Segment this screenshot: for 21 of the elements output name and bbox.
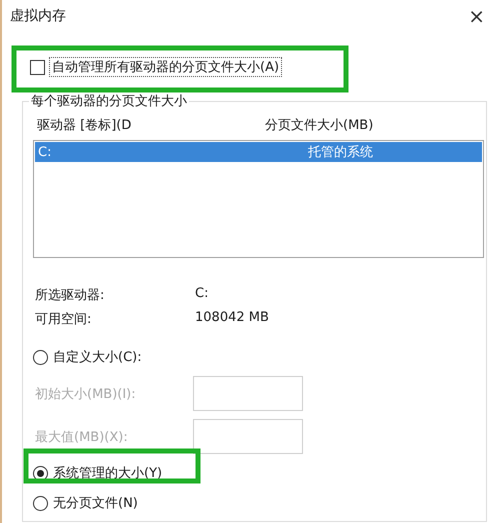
info-value: 108042 MB (195, 310, 270, 327)
checkbox[interactable] (30, 60, 45, 74)
radio-label[interactable]: 无分页文件(N) (53, 494, 138, 512)
close-button[interactable]: × (466, 4, 487, 28)
info-label: 可用空间: (35, 311, 92, 328)
radio-button[interactable] (33, 496, 48, 510)
column-header: 分页文件大小(MB) (265, 117, 374, 134)
radio-button[interactable] (33, 466, 48, 480)
column-header: 驱动器 [卷标](D (37, 117, 132, 134)
group-legend: 每个驱动器的分页文件大小 (29, 92, 189, 110)
info-value: C: (195, 286, 210, 303)
radio-label[interactable]: 系统管理的大小(Y) (53, 464, 162, 482)
radio-button[interactable] (33, 350, 48, 364)
info-label: 所选驱动器: (35, 287, 106, 304)
field-label: 初始大小(MB)(I): (34, 386, 137, 402)
drive-list[interactable]: C: 托管的系统 (33, 140, 484, 258)
checkbox-label[interactable]: 自动管理所有驱动器的分页文件大小(A) (49, 57, 282, 77)
field-label: 最大值(MB)(X): (34, 428, 129, 446)
window-title: 虚拟内存 (10, 7, 66, 25)
radio-label[interactable]: 自定义大小(C): (53, 348, 142, 366)
drive-row[interactable]: C: 托管的系统 (35, 142, 482, 162)
